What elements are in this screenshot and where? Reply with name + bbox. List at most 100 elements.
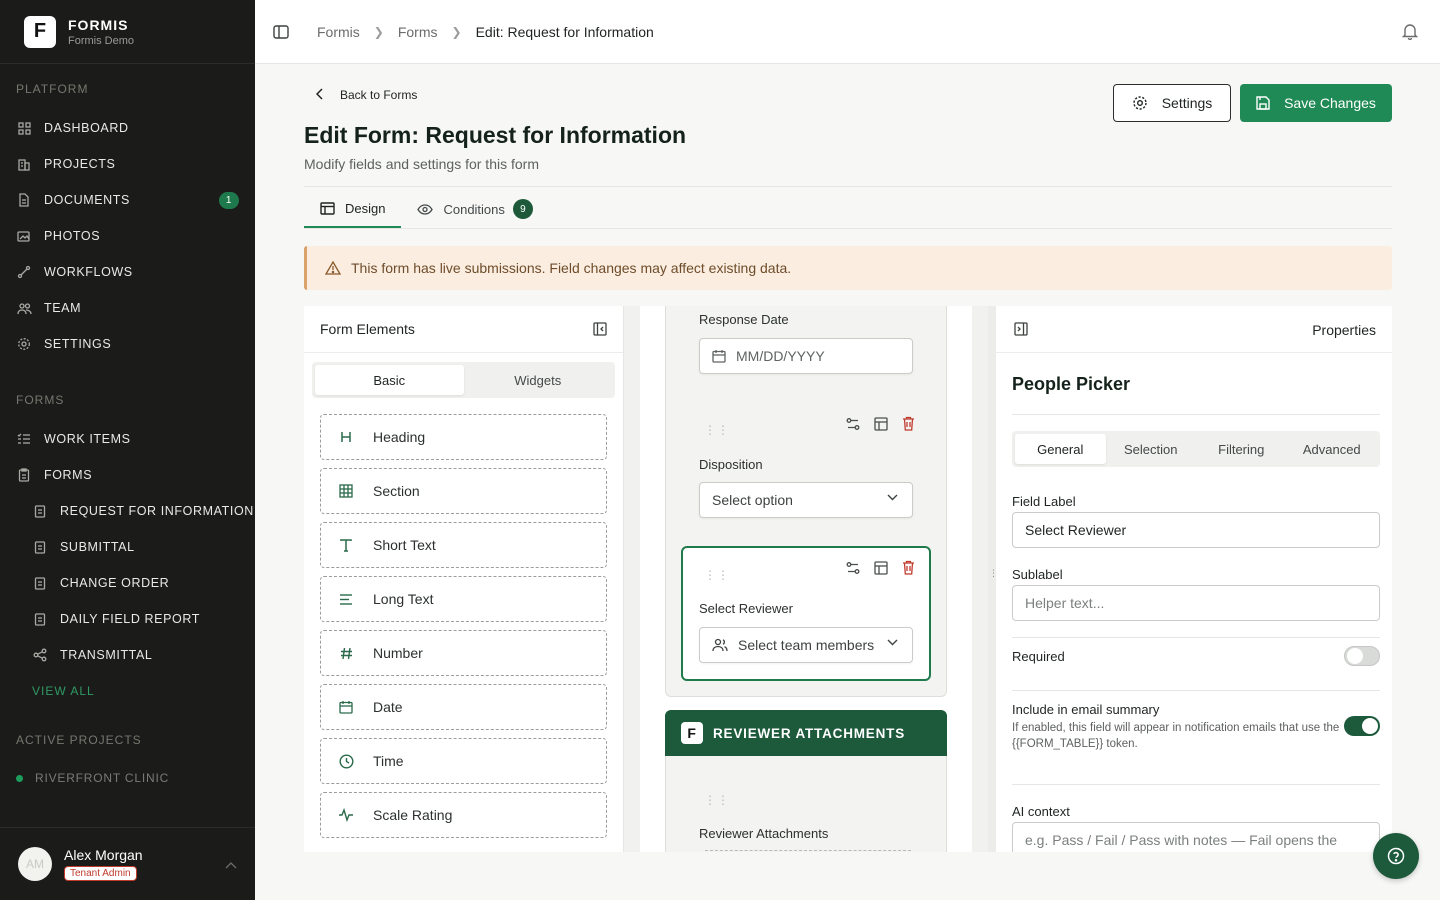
sidebar-item-workflows[interactable]: WORKFLOWS <box>0 254 255 290</box>
conditions-count-badge: 9 <box>512 199 533 219</box>
sidebar-item-documents[interactable]: DOCUMENTS 1 <box>0 182 255 218</box>
sidebar-item-label: PHOTOS <box>44 229 101 243</box>
response-date-input[interactable]: MM/DD/YYYY <box>699 338 913 374</box>
tab-design[interactable]: Design <box>304 190 402 228</box>
trash-icon[interactable] <box>902 416 915 431</box>
breadcrumb-forms[interactable]: Forms <box>398 24 438 40</box>
segment-basic[interactable]: Basic <box>315 365 464 395</box>
layout-icon[interactable] <box>874 561 888 575</box>
brand[interactable]: F FORMIS Formis Demo <box>0 0 255 64</box>
sidebar-item-label: TRANSMITTAL <box>60 648 153 662</box>
breadcrumb-formis[interactable]: Formis <box>317 24 360 40</box>
sidebar-item-label: WORKFLOWS <box>44 265 133 279</box>
sublabel-input[interactable]: Helper text... <box>1012 585 1380 621</box>
field-label: Select Reviewer <box>699 601 793 616</box>
team-icon <box>16 300 32 316</box>
sidebar-item-work-items[interactable]: WORK ITEMS <box>0 421 255 457</box>
sidebar-item-label: CHANGE ORDER <box>60 576 170 590</box>
element-section[interactable]: Section <box>320 468 607 514</box>
back-label: Back to Forms <box>340 88 418 102</box>
sidebar-subitem-daily-field-report[interactable]: DAILY FIELD REPORT <box>0 601 255 637</box>
help-icon <box>1387 847 1405 865</box>
email-summary-toggle[interactable] <box>1344 716 1380 736</box>
expand-panel-icon[interactable] <box>1014 322 1028 336</box>
sidebar-item-label: FORMS <box>44 468 93 482</box>
element-date[interactable]: Date <box>320 684 607 730</box>
tab-advanced[interactable]: Advanced <box>1287 434 1378 464</box>
breadcrumb-current: Edit: Request for Information <box>475 23 654 40</box>
sidebar-subitem-request-for-information[interactable]: REQUEST FOR INFORMATION <box>0 493 255 529</box>
divider <box>1012 637 1380 638</box>
sidebar-item-label: REQUEST FOR INFORMATION <box>60 504 254 518</box>
back-to-forms-link[interactable]: Back to Forms <box>315 87 418 103</box>
save-changes-button[interactable]: Save Changes <box>1240 84 1392 122</box>
drag-handle-icon[interactable]: ⋮⋮ <box>704 794 730 806</box>
project-riverfront-clinic[interactable]: RIVERFRONT CLINIC <box>0 760 255 796</box>
chevron-left-icon <box>315 87 324 103</box>
disposition-select[interactable]: Select option <box>699 482 913 518</box>
sidebar-item-forms[interactable]: FORMS <box>0 457 255 493</box>
sidebar-item-settings[interactable]: SETTINGS <box>0 326 255 362</box>
section-header-reviewer-attachments[interactable]: F REVIEWER ATTACHMENTS <box>665 710 947 756</box>
element-number[interactable]: Number <box>320 630 607 676</box>
chevron-down-icon <box>887 639 898 646</box>
element-heading[interactable]: Heading <box>320 414 607 460</box>
save-icon <box>1256 96 1270 110</box>
element-long-text[interactable]: Long Text <box>320 576 607 622</box>
layout-icon <box>320 201 335 215</box>
user-menu[interactable]: AM Alex Morgan Tenant Admin <box>0 827 255 900</box>
sidebar-subitem-submittal[interactable]: SUBMITTAL <box>0 529 255 565</box>
save-label: Save Changes <box>1284 95 1376 111</box>
segment-widgets[interactable]: Widgets <box>464 365 613 395</box>
drag-handle-icon[interactable]: ⋮⋮ <box>704 569 730 581</box>
sidebar-item-projects[interactable]: PROJECTS <box>0 146 255 182</box>
conditions-icon[interactable] <box>846 417 860 431</box>
tab-general[interactable]: General <box>1015 434 1106 464</box>
panel-resize-handle[interactable] <box>988 306 996 852</box>
sidebar-item-team[interactable]: TEAM <box>0 290 255 326</box>
sidebar-subitem-change-order[interactable]: CHANGE ORDER <box>0 565 255 601</box>
clipboard-icon <box>32 575 48 591</box>
field-label: Disposition <box>699 457 763 472</box>
help-button[interactable] <box>1373 833 1419 879</box>
live-submissions-alert: This form has live submissions. Field ch… <box>304 246 1392 290</box>
drag-handle-icon[interactable]: ⋮⋮ <box>704 424 730 436</box>
sublabel-label: Sublabel <box>1012 567 1063 582</box>
breadcrumb-chevron-icon: ❯ <box>451 24 462 39</box>
select-reviewer-picker[interactable]: Select team members <box>699 627 913 663</box>
required-toggle[interactable] <box>1344 646 1380 666</box>
tab-selection[interactable]: Selection <box>1106 434 1197 464</box>
section-title: REVIEWER ATTACHMENTS <box>713 725 905 741</box>
tab-filtering[interactable]: Filtering <box>1196 434 1287 464</box>
chevron-up-icon <box>225 858 237 872</box>
conditions-icon[interactable] <box>846 561 860 575</box>
element-scale-rating[interactable]: Scale Rating <box>320 792 607 838</box>
required-label: Required <box>1012 649 1065 664</box>
workflow-icon <box>16 264 32 280</box>
element-time[interactable]: Time <box>320 738 607 784</box>
upload-dropzone-edge[interactable] <box>705 850 911 851</box>
divider <box>304 186 1392 187</box>
sidebar-item-dashboard[interactable]: DASHBOARD <box>0 110 255 146</box>
sidebar-item-label: TEAM <box>44 301 82 315</box>
sidebar-item-photos[interactable]: PHOTOS <box>0 218 255 254</box>
settings-button[interactable]: Settings <box>1113 84 1231 122</box>
layout-icon[interactable] <box>874 417 888 431</box>
tab-label: Conditions <box>443 201 505 217</box>
trash-icon[interactable] <box>902 560 915 575</box>
ai-context-input[interactable]: e.g. Pass / Fail / Pass with notes — Fai… <box>1012 822 1380 852</box>
tab-conditions[interactable]: Conditions 9 <box>401 190 548 228</box>
collapse-panel-icon[interactable] <box>593 322 607 339</box>
field-label-input[interactable]: Select Reviewer <box>1012 512 1380 548</box>
view-all-forms-link[interactable]: VIEW ALL <box>0 673 255 709</box>
project-label: RIVERFRONT CLINIC <box>35 771 170 785</box>
sidebar-subitem-transmittal[interactable]: TRANSMITTAL <box>0 637 255 673</box>
bell-icon[interactable] <box>1401 22 1419 43</box>
nav-section-platform: PLATFORM <box>16 82 89 96</box>
sidebar-toggle-icon[interactable] <box>273 24 289 39</box>
properties-panel: Properties People Picker General Selecti… <box>996 306 1392 852</box>
element-short-text[interactable]: Short Text <box>320 522 607 568</box>
share-icon <box>32 647 48 663</box>
sidebar-item-label: PROJECTS <box>44 157 116 171</box>
divider <box>1012 690 1380 691</box>
